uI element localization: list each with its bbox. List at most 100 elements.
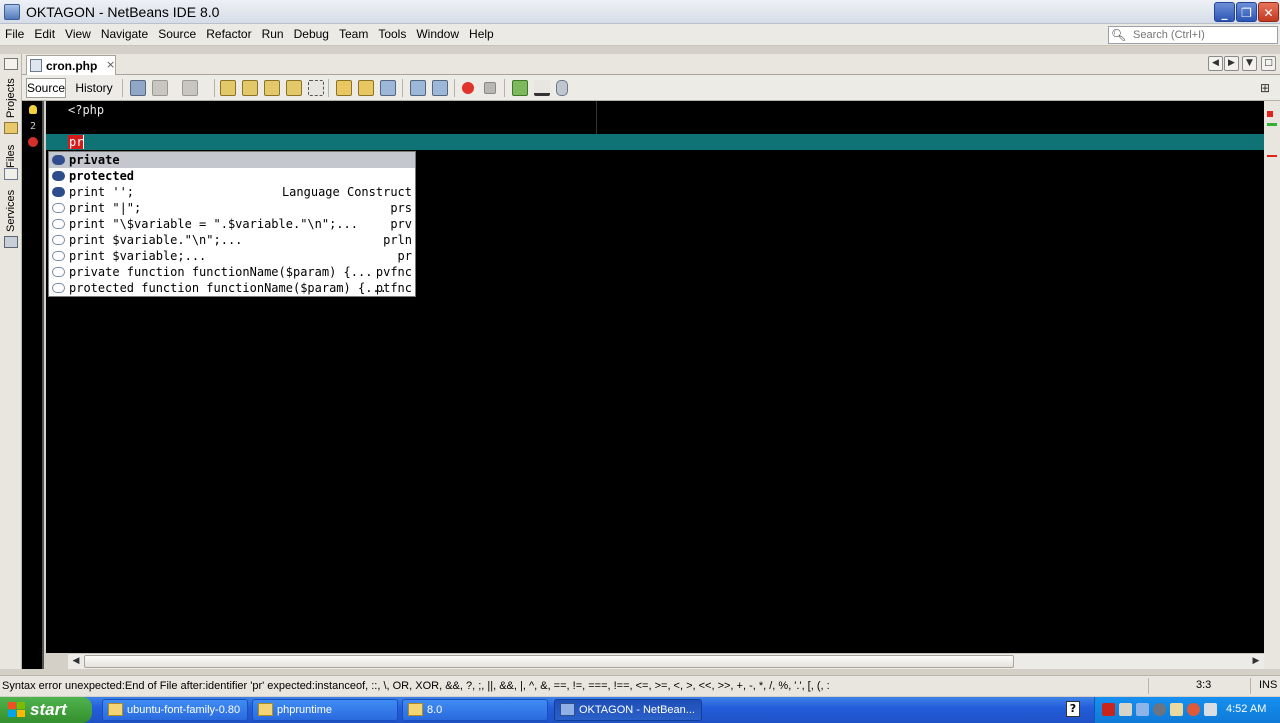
last-edit-icon[interactable] (130, 80, 146, 96)
tray-icon-volume[interactable] (1204, 703, 1217, 716)
lightbulb-hint-icon[interactable] (29, 105, 37, 114)
menu-window[interactable]: Window (411, 24, 464, 46)
menu-tools[interactable]: Tools (373, 24, 411, 46)
projects-folder-icon (4, 122, 18, 134)
code-completion-popup[interactable]: private protected print ''; Language Con… (48, 151, 416, 297)
error-badge-icon[interactable] (28, 137, 38, 147)
help-icon[interactable]: ? (1066, 701, 1080, 717)
restore-window-icon[interactable] (4, 58, 18, 70)
completion-item[interactable]: protected function functionName($param) … (49, 280, 415, 296)
completion-item[interactable]: print "\$variable = ".$variable."\n";...… (49, 216, 415, 232)
menu-refactor[interactable]: Refactor (201, 24, 256, 46)
search-icon[interactable]: 🔍︎ (1111, 28, 1127, 42)
horizontal-scrollbar[interactable]: ◀ ▶ (68, 653, 1264, 669)
tab-label: cron.php (46, 59, 98, 73)
taskbar-item-8-0[interactable]: 8.0 (402, 699, 548, 721)
task-label: ubuntu-font-family-0.80 (127, 704, 241, 716)
check-file-icon[interactable] (512, 80, 528, 96)
shift-left-icon[interactable] (410, 80, 426, 96)
completion-item[interactable]: protected (49, 168, 415, 184)
completion-item[interactable]: print ''; Language Construct (49, 184, 415, 200)
tab-next-button[interactable]: ▶ (1224, 56, 1239, 71)
menu-debug[interactable]: Debug (289, 24, 334, 46)
menu-team[interactable]: Team (334, 24, 373, 46)
shift-right-icon[interactable] (432, 80, 448, 96)
acrobat-tray-icon[interactable] (1102, 703, 1115, 716)
taskbar-item-netbeans[interactable]: OKTAGON - NetBean... (554, 699, 702, 721)
menu-view[interactable]: View (60, 24, 96, 46)
line-number: 2 (29, 121, 37, 132)
menu-edit[interactable]: Edit (29, 24, 60, 46)
comment-icon[interactable] (534, 80, 550, 96)
tab-cron-php[interactable]: cron.php × (26, 55, 116, 75)
menu-run[interactable]: Run (257, 24, 289, 46)
scrollbar-thumb[interactable] (84, 655, 1014, 668)
menu-help[interactable]: Help (464, 24, 499, 46)
tray-icon-network[interactable] (1119, 703, 1132, 716)
sidebar-tab-projects[interactable]: Projects (0, 76, 22, 120)
toolbar-separator (402, 79, 403, 97)
next-bookmark-icon[interactable] (358, 80, 374, 96)
stop-macro-recording-icon[interactable] (484, 82, 496, 94)
completion-hint: prln (383, 233, 412, 247)
tray-icon-notes[interactable] (1170, 703, 1183, 716)
minimize-button[interactable]: _ (1214, 2, 1235, 22)
text-caret (83, 135, 84, 149)
toggle-highlight-icon[interactable] (286, 80, 302, 96)
find-icon[interactable] (220, 80, 236, 96)
stripe-mark-error[interactable] (1267, 155, 1277, 157)
scroll-right-arrow-icon[interactable]: ▶ (1248, 654, 1264, 669)
completion-item[interactable]: print $variable."\n";... prln (49, 232, 415, 248)
tab-list-button[interactable]: ▼ (1242, 56, 1257, 71)
title-bar: OKTAGON - NetBeans IDE 8.0 _ ❐ ✕ (0, 0, 1280, 24)
history-view-button[interactable]: History (72, 78, 116, 98)
error-status-icon[interactable] (1267, 111, 1273, 117)
toggle-bookmark-icon[interactable] (380, 80, 396, 96)
close-window-button[interactable]: ✕ (1258, 2, 1279, 22)
php-keyword-icon (52, 155, 65, 165)
menu-navigate[interactable]: Navigate (96, 24, 153, 46)
completion-item[interactable]: private (49, 152, 415, 168)
code-line-3-error-token[interactable]: pr (68, 135, 85, 149)
completion-hint: ptfnc (375, 281, 412, 295)
maximize-button[interactable]: ❐ (1236, 2, 1257, 22)
sidebar-tab-services[interactable]: Services (0, 188, 22, 234)
completion-item[interactable]: print "|"; prs (49, 200, 415, 216)
start-button[interactable]: start (0, 697, 92, 723)
rectangular-selection-icon[interactable] (308, 80, 324, 96)
start-macro-recording-icon[interactable] (462, 82, 474, 94)
menu-source[interactable]: Source (153, 24, 201, 46)
taskbar-item-ubuntu-font-family[interactable]: ubuntu-font-family-0.80 (102, 699, 248, 721)
menu-file[interactable]: File (0, 24, 29, 46)
scroll-left-arrow-icon[interactable]: ◀ (68, 654, 84, 669)
back-icon[interactable] (152, 80, 168, 96)
code-line-1[interactable]: <?php (68, 103, 104, 117)
database-icon[interactable] (556, 80, 568, 96)
tray-icon-display[interactable] (1136, 703, 1149, 716)
menu-list: File Edit View Navigate Source Refactor Run Deb… (0, 24, 499, 46)
find-next-icon[interactable] (264, 80, 280, 96)
error-stripe[interactable] (1264, 101, 1280, 669)
completion-item[interactable]: print $variable;... pr (49, 248, 415, 264)
maximize-editor-button[interactable]: □ (1261, 56, 1276, 71)
quick-search-box[interactable]: 🔍︎ (1108, 26, 1278, 44)
split-editor-icon[interactable]: ⊞ (1260, 81, 1270, 95)
stripe-mark-green[interactable] (1267, 123, 1277, 126)
tray-icon-disk[interactable] (1153, 703, 1166, 716)
forward-icon[interactable] (182, 80, 198, 96)
php-keyword-icon (52, 171, 65, 181)
find-previous-icon[interactable] (242, 80, 258, 96)
tab-close-icon[interactable]: × (106, 58, 115, 71)
completion-hint: pr (397, 249, 412, 263)
taskbar-item-phpruntime[interactable]: phpruntime (252, 699, 398, 721)
previous-bookmark-icon[interactable] (336, 80, 352, 96)
tray-icon-security[interactable] (1187, 703, 1200, 716)
tab-prev-button[interactable]: ◀ (1208, 56, 1223, 71)
source-view-button[interactable]: Source (26, 78, 66, 98)
completion-hint: pvfnc (375, 265, 412, 279)
search-input[interactable] (1133, 27, 1273, 43)
windows-taskbar: start ubuntu-font-family-0.80 phpruntime… (0, 697, 1280, 723)
completion-text: print "|"; (69, 201, 142, 215)
php-keyword-icon (52, 187, 65, 197)
completion-item[interactable]: private function functionName($param) {.… (49, 264, 415, 280)
